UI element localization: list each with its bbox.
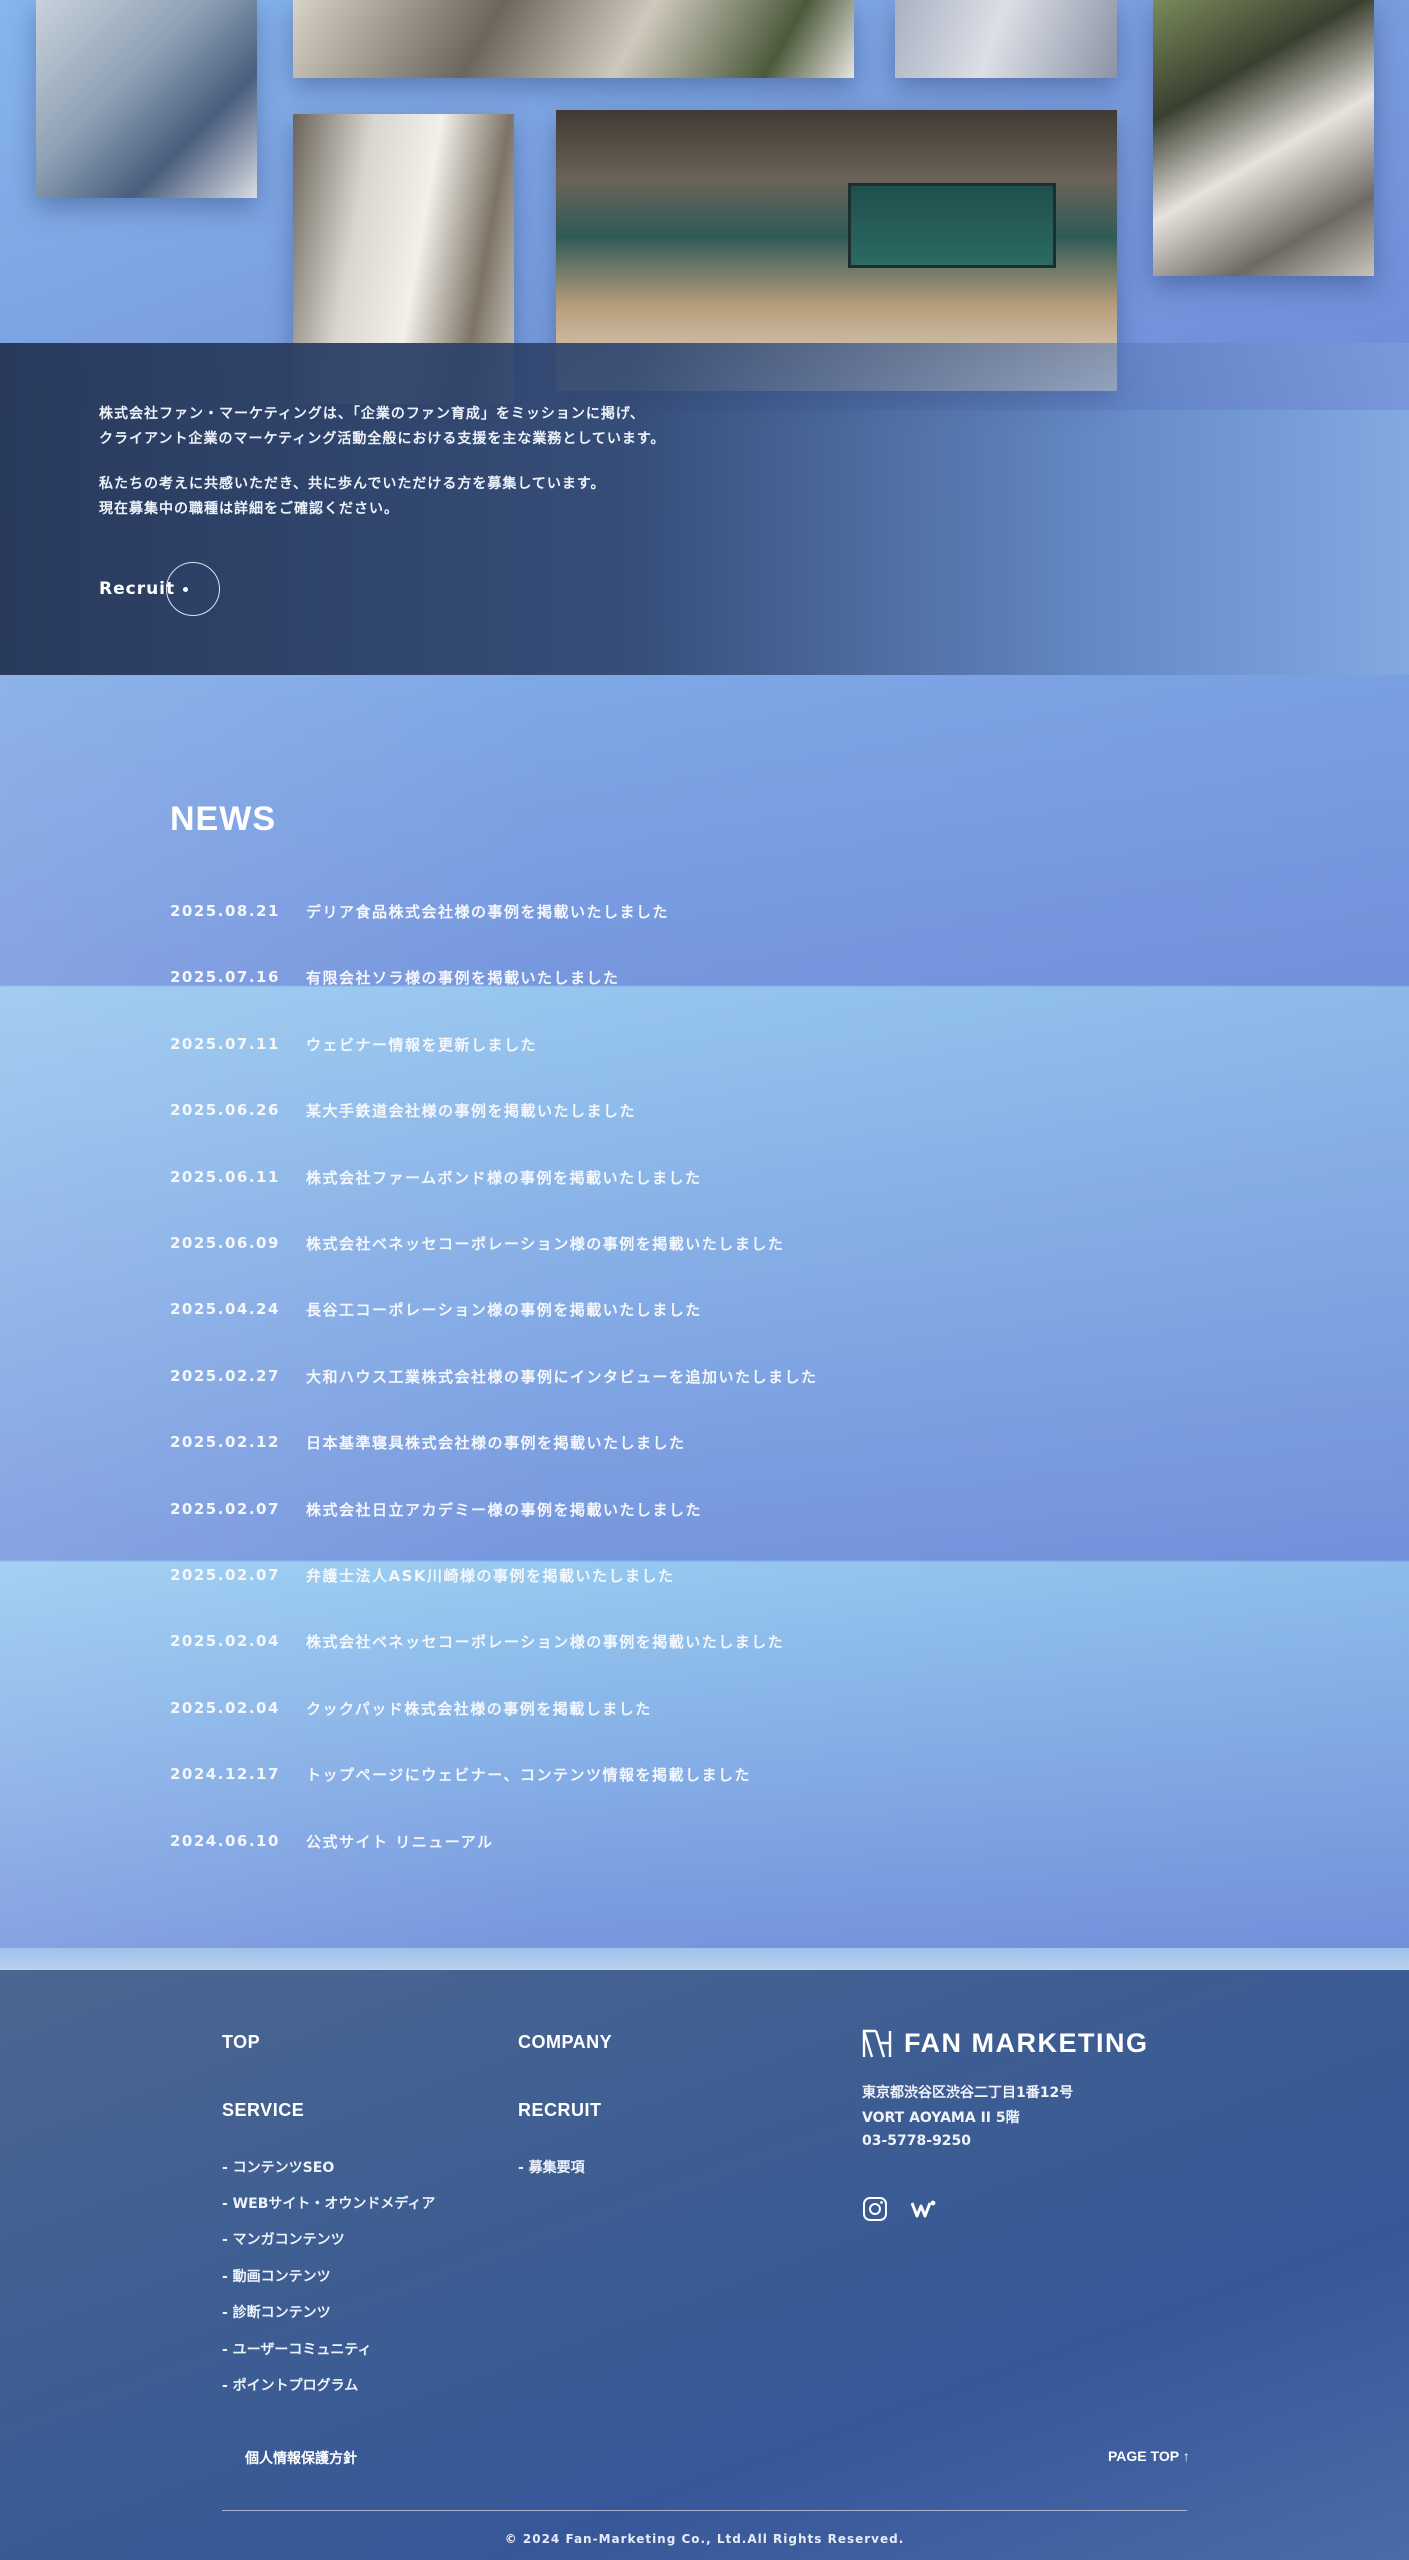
news-item[interactable]: 2024.06.10 公式サイト リニューアル bbox=[170, 1826, 1070, 1856]
address-line: 東京都渋谷区渋谷二丁目1番12号 bbox=[862, 2085, 1074, 2101]
intro-text-line: 私たちの考えに共感いただき、共に歩んでいただける方を募集しています。 bbox=[99, 476, 606, 492]
fan-marketing-logo-icon bbox=[862, 2029, 892, 2057]
news-item[interactable]: 2025.07.16 有限会社ソラ様の事例を掲載いたしました bbox=[170, 962, 1070, 992]
news-title: 長谷工コーポレーション様の事例を掲載いたしました bbox=[306, 1300, 702, 1319]
footer-link-recruit[interactable]: RECRUIT bbox=[518, 2100, 602, 2121]
copyright: © 2024 Fan-Marketing Co., Ltd.All Rights… bbox=[504, 2532, 905, 2546]
footer-service-link[interactable]: - コンテンツSEO bbox=[222, 2157, 334, 2177]
wantedly-icon[interactable] bbox=[911, 2196, 937, 2222]
news-date: 2025.07.16 bbox=[170, 968, 280, 986]
news-title: 某大手鉄道会社様の事例を掲載いたしました bbox=[306, 1101, 637, 1120]
news-title: 有限会社ソラ様の事例を掲載いたしました bbox=[306, 968, 620, 987]
footer-link-top[interactable]: TOP bbox=[222, 2032, 260, 2053]
brand-name: FAN MARKETING bbox=[904, 2028, 1149, 2058]
news-title: 大和ハウス工業株式会社様の事例にインタビューを追加いたしました bbox=[306, 1367, 818, 1386]
photo-businessman bbox=[36, 0, 257, 198]
privacy-policy-link[interactable]: 個人情報保護方針 bbox=[245, 2448, 357, 2468]
bullet-icon bbox=[183, 586, 189, 592]
news-title: ウェビナー情報を更新しました bbox=[306, 1035, 538, 1054]
photo-young-man-laptop bbox=[1153, 0, 1374, 276]
news-item[interactable]: 2025.02.12 日本基準寝具株式会社様の事例を掲載いたしました bbox=[170, 1427, 1070, 1457]
circle-arrow-icon bbox=[166, 562, 221, 616]
footer-link-service[interactable]: SERVICE bbox=[222, 2100, 304, 2121]
address-line: VORT AOYAMA II 5階 bbox=[862, 2110, 1020, 2126]
news-title: デリア食品株式会社様の事例を掲載いたしました bbox=[306, 902, 670, 921]
news-item[interactable]: 2025.02.04 株式会社ベネッセコーポレーション様の事例を掲載いたしました bbox=[170, 1626, 1070, 1656]
news-item[interactable]: 2025.04.24 長谷工コーポレーション様の事例を掲載いたしました bbox=[170, 1294, 1070, 1324]
news-title: 株式会社ベネッセコーポレーション様の事例を掲載いたしました bbox=[306, 1234, 785, 1253]
instagram-icon[interactable] bbox=[862, 2196, 888, 2222]
news-item[interactable]: 2025.02.04 クックパッド株式会社様の事例を掲載しました bbox=[170, 1693, 1070, 1723]
footer-service-link[interactable]: - ポイントプログラム bbox=[222, 2375, 358, 2395]
news-heading: NEWS bbox=[170, 800, 276, 838]
page-top-link[interactable]: PAGE TOP ↑ bbox=[1108, 2448, 1190, 2464]
news-title: 株式会社ベネッセコーポレーション様の事例を掲載いたしました bbox=[306, 1632, 785, 1651]
recruit-button[interactable]: Recruit bbox=[99, 562, 221, 616]
intro-text-line: 株式会社ファン・マーケティングは、「企業のファン育成」をミッションに掲げ、 bbox=[99, 406, 645, 422]
intro-text-line: 現在募集中の職種は詳細をご確認ください。 bbox=[99, 501, 399, 517]
news-item[interactable]: 2025.06.26 某大手鉄道会社様の事例を掲載いたしました bbox=[170, 1095, 1070, 1125]
news-title: 弁護士法人ASK川崎様の事例を掲載いたしました bbox=[306, 1566, 675, 1585]
news-date: 2025.02.12 bbox=[170, 1433, 280, 1451]
news-item[interactable]: 2025.06.09 株式会社ベネッセコーポレーション様の事例を掲載いたしました bbox=[170, 1228, 1070, 1258]
footer-link-company[interactable]: COMPANY bbox=[518, 2032, 612, 2053]
footer-service-link[interactable]: - WEBサイト・オウンドメディア bbox=[222, 2193, 435, 2213]
footer-divider bbox=[222, 2510, 1187, 2511]
news-date: 2025.07.11 bbox=[170, 1035, 280, 1053]
news-date: 2025.06.11 bbox=[170, 1168, 280, 1186]
news-item[interactable]: 2025.06.11 株式会社ファームボンド様の事例を掲載いたしました bbox=[170, 1162, 1070, 1192]
photo-desk-work bbox=[293, 0, 854, 78]
news-date: 2025.06.09 bbox=[170, 1234, 280, 1252]
news-title: 株式会社ファームボンド様の事例を掲載いたしました bbox=[306, 1168, 702, 1187]
news-item[interactable]: 2025.02.27 大和ハウス工業株式会社様の事例にインタビューを追加いたしまし… bbox=[170, 1361, 1070, 1391]
news-item[interactable]: 2025.07.11 ウェビナー情報を更新しました bbox=[170, 1029, 1070, 1059]
photo-laptop bbox=[895, 0, 1117, 78]
news-date: 2025.04.24 bbox=[170, 1300, 280, 1318]
news-date: 2025.02.04 bbox=[170, 1632, 280, 1650]
news-date: 2024.06.10 bbox=[170, 1832, 280, 1850]
footer bbox=[0, 1970, 1409, 2560]
footer-divider-band bbox=[0, 1948, 1409, 1970]
news-title: クックパッド株式会社様の事例を掲載しました bbox=[306, 1699, 652, 1718]
news-date: 2025.02.04 bbox=[170, 1699, 280, 1717]
footer-service-link[interactable]: - 診断コンテンツ bbox=[222, 2302, 331, 2322]
news-date: 2024.12.17 bbox=[170, 1765, 280, 1783]
news-title: 公式サイト リニューアル bbox=[306, 1832, 494, 1851]
news-title: 日本基準寝具株式会社様の事例を掲載いたしました bbox=[306, 1433, 686, 1452]
news-title: トップページにウェビナー、コンテンツ情報を掲載しました bbox=[306, 1765, 752, 1784]
footer-service-link[interactable]: - ユーザーコミュニティ bbox=[222, 2339, 372, 2359]
news-item[interactable]: 2024.12.17 トップページにウェビナー、コンテンツ情報を掲載しました bbox=[170, 1759, 1070, 1789]
footer-service-link[interactable]: - 動画コンテンツ bbox=[222, 2266, 331, 2286]
intro-text-line: クライアント企業のマーケティング活動全般における支援を主な業務としています。 bbox=[99, 431, 666, 447]
news-title: 株式会社日立アカデミー様の事例を掲載いたしました bbox=[306, 1500, 703, 1519]
news-date: 2025.02.07 bbox=[170, 1566, 280, 1584]
recruit-button-label: Recruit bbox=[99, 579, 176, 599]
news-date: 2025.02.07 bbox=[170, 1500, 280, 1518]
news-item[interactable]: 2025.02.07 弁護士法人ASK川崎様の事例を掲載いたしました bbox=[170, 1560, 1070, 1590]
phone-number: 03-5778-9250 bbox=[862, 2133, 972, 2149]
news-date: 2025.08.21 bbox=[170, 902, 280, 920]
footer-brand[interactable]: FAN MARKETING bbox=[862, 2028, 1149, 2059]
news-item[interactable]: 2025.08.21 デリア食品株式会社様の事例を掲載いたしました bbox=[170, 896, 1070, 926]
footer-recruit-link[interactable]: - 募集要項 bbox=[518, 2157, 585, 2177]
news-date: 2025.06.26 bbox=[170, 1101, 280, 1119]
news-date: 2025.02.27 bbox=[170, 1367, 280, 1385]
news-item[interactable]: 2025.02.07 株式会社日立アカデミー様の事例を掲載いたしました bbox=[170, 1494, 1070, 1524]
footer-service-link[interactable]: - マンガコンテンツ bbox=[222, 2229, 345, 2249]
